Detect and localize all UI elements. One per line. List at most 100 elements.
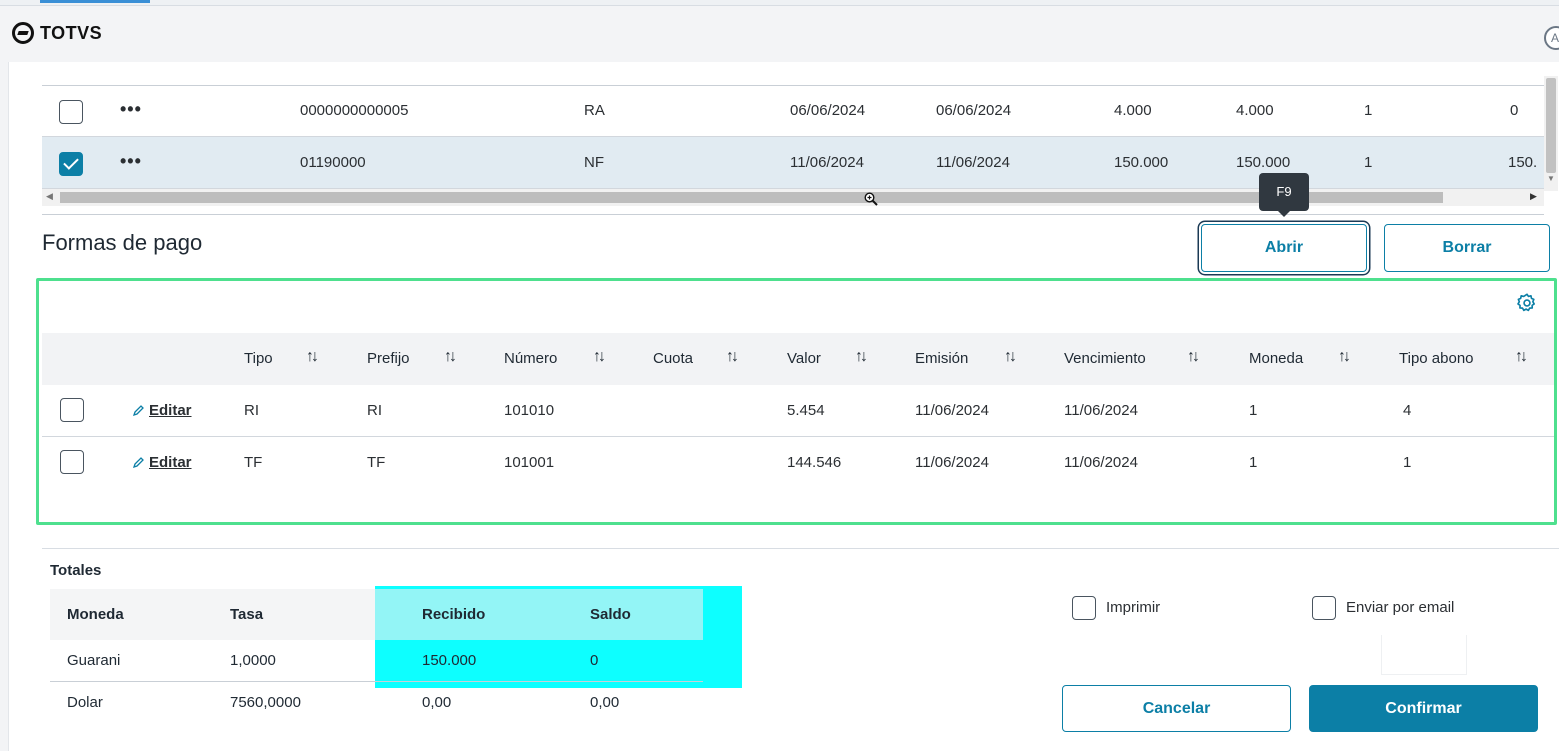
cell-extra: 0 <box>1510 102 1519 119</box>
cell-tipo-abono: 1 <box>1403 454 1412 471</box>
sort-icon[interactable]: ↑↓ <box>1004 348 1017 366</box>
col-valor[interactable]: Valor <box>787 350 821 367</box>
imprimir-label[interactable]: Imprimir <box>1106 599 1160 616</box>
shortcut-tooltip: F9 <box>1259 173 1309 217</box>
cell-tipo: RI <box>244 402 259 419</box>
sort-icon[interactable]: ↑↓ <box>306 348 319 366</box>
cell-saldo: 0,00 <box>590 694 620 711</box>
col-vencimiento[interactable]: Vencimiento <box>1064 350 1146 367</box>
brand-logo: TOTVS <box>12 22 102 44</box>
confirm-button[interactable]: Confirmar <box>1309 685 1538 732</box>
cell-valor: 5.454 <box>787 402 825 419</box>
col-numero[interactable]: Número <box>504 350 557 367</box>
col-moneda[interactable]: Moneda <box>1249 350 1303 367</box>
borrar-button[interactable]: Borrar <box>1384 224 1550 272</box>
col-saldo: Saldo <box>590 606 631 623</box>
table-row[interactable]: ••• 0000000000005 RA 06/06/2024 06/06/20… <box>42 85 1544 137</box>
col-cuota[interactable]: Cuota <box>653 350 693 367</box>
pencil-icon <box>132 457 144 469</box>
cell-moneda: 1 <box>1249 454 1258 471</box>
col-tipo[interactable]: Tipo <box>244 350 273 367</box>
table-header: Tipo ↑↓ Prefijo ↑↓ Número ↑↓ Cuota ↑↓ Va… <box>42 333 1554 385</box>
cell-valor: 150.000 <box>1114 154 1169 171</box>
cell-moneda: Guarani <box>67 652 121 669</box>
cell-emision: 11/06/2024 <box>915 402 989 419</box>
table-row[interactable]: Editar RI RI 101010 5.454 11/06/2024 11/… <box>42 385 1554 437</box>
cell-numero: 0000000000005 <box>300 102 409 119</box>
edit-link[interactable]: Editar <box>132 402 192 419</box>
cell-recibido: 150.000 <box>422 652 477 669</box>
table-row-selected[interactable]: ••• 01190000 NF 11/06/2024 11/06/2024 15… <box>42 137 1544 189</box>
scrollbar-thumb[interactable] <box>1546 78 1556 173</box>
cell-saldo: 0 <box>590 652 599 669</box>
cell-saldo: 150.000 <box>1236 154 1291 171</box>
cell-valor: 4.000 <box>1114 102 1152 119</box>
sort-icon[interactable]: ↑↓ <box>1515 348 1528 366</box>
horizontal-scrollbar[interactable]: ◀ ▶ <box>42 189 1544 206</box>
cell-tasa: 1,0000 <box>230 652 276 669</box>
cell-moneda: 1 <box>1364 102 1373 119</box>
row-checkbox-checked[interactable] <box>59 152 83 176</box>
vertical-scrollbar[interactable]: ▼ <box>1544 76 1558 191</box>
sort-icon[interactable]: ↑↓ <box>855 348 868 366</box>
enviar-email-label[interactable]: Enviar por email <box>1346 599 1454 616</box>
cell-emision: 11/06/2024 <box>915 454 989 471</box>
scroll-down-icon[interactable]: ▼ <box>1547 174 1555 183</box>
scrollbar-thumb[interactable] <box>60 192 1443 203</box>
divider <box>42 214 1544 215</box>
cell-vencimiento: 11/06/2024 <box>1064 402 1138 419</box>
sort-icon[interactable]: ↑↓ <box>593 348 606 366</box>
col-emision[interactable]: Emisión <box>915 350 968 367</box>
table-row[interactable]: Editar TF TF 101001 144.546 11/06/2024 1… <box>42 437 1554 489</box>
cell-extra: 150. <box>1508 154 1538 171</box>
top-accent <box>40 0 150 3</box>
scroll-left-icon[interactable]: ◀ <box>46 191 53 202</box>
edit-label: Editar <box>149 402 192 419</box>
scroll-right-icon[interactable]: ▶ <box>1530 191 1537 202</box>
edit-label: Editar <box>149 454 192 471</box>
divider <box>42 548 1559 549</box>
cell-tipo: RA <box>584 102 605 119</box>
cell-moneda: 1 <box>1249 402 1258 419</box>
totvs-logo-icon <box>12 22 34 44</box>
sort-icon[interactable]: ↑↓ <box>1187 348 1200 366</box>
sort-icon[interactable]: ↑↓ <box>726 348 739 366</box>
cell-tipo: NF <box>584 154 604 171</box>
col-tipo-abono[interactable]: Tipo abono <box>1399 350 1474 367</box>
section-title: Formas de pago <box>42 230 203 255</box>
abrir-button[interactable]: Abrir <box>1201 224 1367 272</box>
totals-title: Totales <box>50 562 102 579</box>
sort-icon[interactable]: ↑↓ <box>444 348 457 366</box>
window-top-bar <box>0 0 1559 6</box>
cell-vencimiento: 11/06/2024 <box>936 154 1010 171</box>
cell-numero: 01190000 <box>300 154 366 171</box>
enviar-email-checkbox[interactable] <box>1312 596 1336 620</box>
gear-icon[interactable] <box>1516 292 1538 314</box>
row-checkbox[interactable] <box>59 100 83 124</box>
row-checkbox[interactable] <box>60 450 84 474</box>
col-moneda: Moneda <box>67 606 124 623</box>
cancel-button[interactable]: Cancelar <box>1062 685 1291 732</box>
totals-header: Moneda Tasa Recibido Saldo <box>50 589 703 640</box>
cell-numero: 101001 <box>504 454 555 471</box>
brand-name: TOTVS <box>40 22 103 43</box>
zoom-cursor-icon <box>864 192 878 206</box>
row-menu-icon[interactable]: ••• <box>120 151 142 172</box>
totals-row: Guarani 1,0000 150.000 0 <box>50 640 703 682</box>
sort-icon[interactable]: ↑↓ <box>1338 348 1351 366</box>
col-prefijo[interactable]: Prefijo <box>367 350 410 367</box>
row-menu-icon[interactable]: ••• <box>120 99 142 120</box>
cell-valor: 144.546 <box>787 454 842 471</box>
cell-moneda: Dolar <box>67 694 103 711</box>
cell-emision: 06/06/2024 <box>790 102 866 119</box>
user-avatar-icon[interactable]: A <box>1544 26 1559 50</box>
imprimir-checkbox[interactable] <box>1072 596 1096 620</box>
cell-prefijo: TF <box>367 454 386 471</box>
cell-tipo: TF <box>244 454 263 471</box>
cell-saldo: 4.000 <box>1236 102 1274 119</box>
cell-tipo-abono: 4 <box>1403 402 1412 419</box>
edit-link[interactable]: Editar <box>132 454 192 471</box>
cell-prefijo: RI <box>367 402 382 419</box>
row-checkbox[interactable] <box>60 398 84 422</box>
cell-tasa: 7560,0000 <box>230 694 301 711</box>
